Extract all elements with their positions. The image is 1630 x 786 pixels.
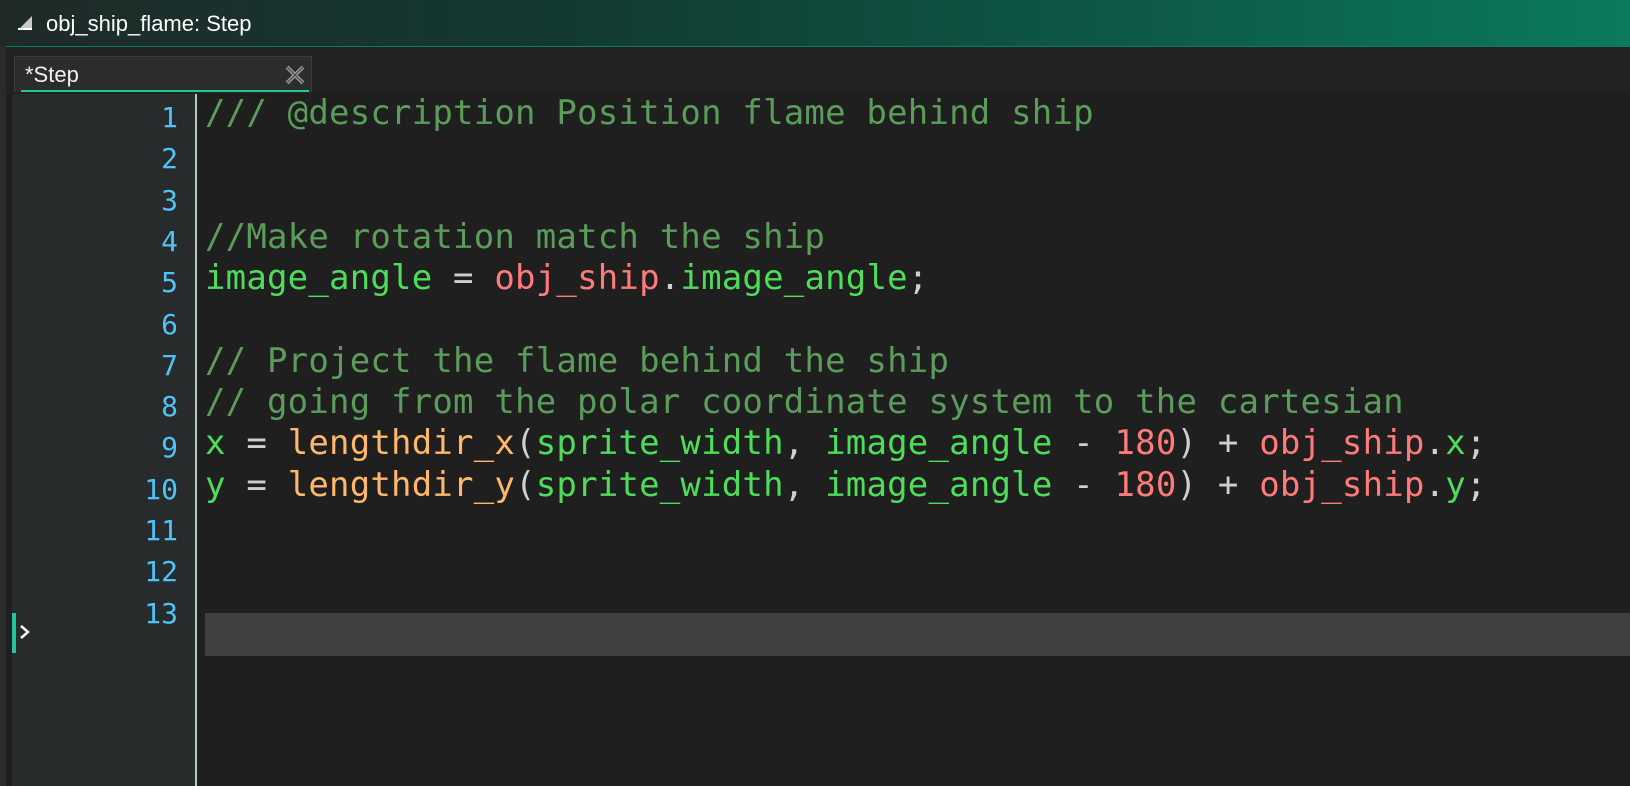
code-token: - [1052,423,1115,463]
code-token: obj_ship [1259,465,1425,505]
line-number: 11 [144,514,178,547]
code-token: . [1424,423,1446,463]
code-token: y [205,465,226,505]
code-token: obj_ship [494,258,660,298]
code-token: = [432,258,495,298]
line-number: 8 [161,390,178,423]
line-number: 2 [161,142,178,175]
code-token: ; [1465,423,1487,463]
code-token: 180 [1114,465,1177,505]
code-token: y [1445,465,1466,505]
code-line[interactable]: // Project the flame behind the ship [205,340,949,383]
line-number: 9 [161,431,178,464]
code-token: sprite_width [535,465,784,505]
tab-step[interactable]: *Step [14,56,312,92]
tab-strip-accent [6,46,1630,47]
code-line[interactable]: // going from the polar coordinate syste… [205,381,1404,424]
line-number: 3 [161,184,178,217]
code-token: // Project the flame behind the ship [205,341,950,381]
code-token: ( [515,423,536,463]
code-token: x [1445,423,1466,463]
tab-strip: *Step [6,46,1630,94]
code-token: . [1424,465,1446,505]
code-token: ; [1465,465,1487,505]
code-line[interactable]: y = lengthdir_y(sprite_width, image_angl… [205,464,1487,507]
code-token: sprite_width [535,423,784,463]
code-line[interactable]: x = lengthdir_x(sprite_width, image_angl… [205,422,1487,465]
line-number: 4 [161,225,178,258]
code-token: lengthdir_y [287,465,516,505]
left-edge [0,46,6,786]
code-token: . [659,258,681,298]
code-token: = [225,465,288,505]
code-line[interactable]: //Make rotation match the ship [205,216,825,259]
code-line[interactable]: /// @description Position flame behind s… [205,92,1094,135]
code-token: image_angle [825,423,1053,463]
window-title: obj_ship_flame: Step [46,11,252,36]
code-token: ) + [1176,423,1260,463]
close-icon[interactable] [283,63,307,87]
code-token: image_angle [205,258,433,298]
title-bar[interactable]: obj_ship_flame: Step [0,0,1630,46]
line-number: 10 [144,473,178,506]
line-number: 13 [144,597,178,630]
code-token: //Make rotation match the ship [205,217,826,257]
code-token: image_angle [825,465,1053,505]
code-token: , [783,465,826,505]
code-token: ) + [1176,465,1260,505]
code-token: x [205,423,226,463]
tab-step-label: *Step [25,62,79,87]
code-token: - [1052,465,1115,505]
code-token: // going from the polar coordinate syste… [205,382,1404,422]
code-token: ; [907,258,929,298]
code-token: , [783,423,826,463]
line-number: 6 [161,308,178,341]
line-number: 7 [161,349,178,382]
code-token: ( [515,465,536,505]
code-token: obj_ship [1259,423,1425,463]
code-token: 180 [1114,423,1177,463]
line-number: 5 [161,266,178,299]
current-line-highlight [205,613,1630,656]
code-line[interactable]: image_angle = obj_ship.image_angle; [205,257,928,300]
code-token: /// @description Position flame behind s… [205,93,1094,133]
line-number: 12 [144,555,178,588]
code-token: image_angle [680,258,908,298]
code-token: lengthdir_x [287,423,516,463]
code-token: = [225,423,288,463]
line-number: 1 [161,101,178,134]
resize-grip-icon [18,16,32,30]
